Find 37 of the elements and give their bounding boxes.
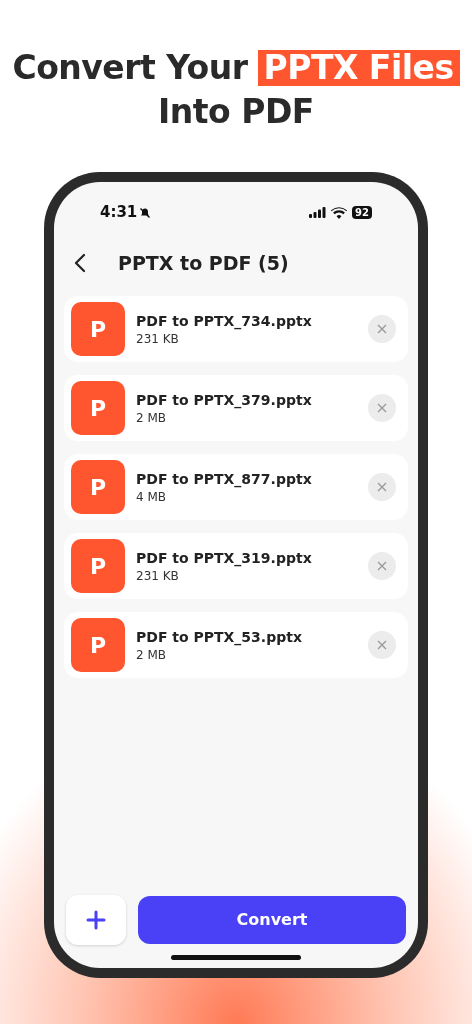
close-icon bbox=[376, 560, 388, 572]
file-name: PDF to PPTX_734.pptx bbox=[136, 311, 313, 331]
signal-icon bbox=[309, 207, 327, 218]
close-icon bbox=[376, 639, 388, 651]
plus-icon bbox=[86, 910, 106, 930]
battery-indicator: 92 bbox=[352, 206, 372, 219]
headline-text: Into PDF bbox=[158, 91, 314, 133]
bell-muted-icon bbox=[139, 206, 152, 219]
file-name: PDF to PPTX_877.pptx bbox=[136, 469, 313, 489]
file-size: 4 MB bbox=[136, 488, 168, 506]
pptx-file-icon: P bbox=[71, 460, 125, 514]
pptx-file-icon: P bbox=[71, 539, 125, 593]
close-icon bbox=[376, 402, 388, 414]
remove-button[interactable] bbox=[368, 631, 396, 659]
headline-highlight: PPTX Files bbox=[257, 50, 460, 86]
close-icon bbox=[376, 481, 388, 493]
file-name: PDF to PPTX_379.pptx bbox=[136, 390, 313, 410]
file-size: 2 MB bbox=[136, 409, 168, 427]
remove-button[interactable] bbox=[368, 315, 396, 343]
status-time: 4:31 bbox=[100, 202, 138, 224]
headline-text: Convert Your bbox=[12, 47, 248, 89]
remove-button[interactable] bbox=[368, 394, 396, 422]
file-size: 231 KB bbox=[136, 330, 180, 348]
pptx-file-icon: P bbox=[71, 381, 125, 435]
convert-button[interactable]: Convert bbox=[138, 896, 406, 944]
pptx-file-icon: P bbox=[71, 618, 125, 672]
file-size: 231 KB bbox=[136, 567, 180, 585]
file-size: 2 MB bbox=[136, 646, 168, 664]
close-icon bbox=[376, 323, 388, 335]
pptx-file-icon: P bbox=[71, 302, 125, 356]
screen-title: PPTX to PDF (5) bbox=[118, 250, 289, 276]
wifi-icon bbox=[331, 206, 348, 219]
add-button[interactable] bbox=[66, 895, 126, 945]
remove-button[interactable] bbox=[368, 473, 396, 501]
file-name: PDF to PPTX_53.pptx bbox=[136, 627, 303, 647]
file-name: PDF to PPTX_319.pptx bbox=[136, 548, 313, 568]
remove-button[interactable] bbox=[368, 552, 396, 580]
